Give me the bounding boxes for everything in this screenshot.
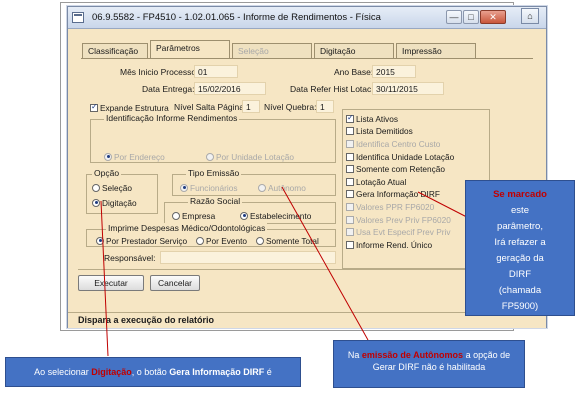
callout-text: Na [347, 350, 362, 360]
callout-highlight: emissão de Autônomos [361, 350, 464, 360]
callout-highlight: Se marcado [493, 189, 547, 200]
callout-highlight: Digitação [91, 367, 132, 377]
callout-text: DIRF [508, 269, 532, 280]
callout-text: Ao selecionar [34, 367, 92, 377]
callout-dirf: Se marcado este parâmetro, Irá refazer a… [465, 180, 575, 316]
callout-digitacao: Ao selecionar Digitação, o botão Gera In… [5, 357, 301, 387]
arrow-digitacao [100, 200, 109, 357]
callout-highlight: Gera Informação DIRF [169, 367, 265, 377]
arrow-autonomo [281, 186, 369, 341]
callout-text: Irá refazer a [494, 237, 546, 248]
callout-text: , o botão [131, 367, 170, 377]
callout-text: geração da [496, 253, 544, 264]
callout-text: é [264, 367, 272, 377]
callout-text: FP5900) [501, 301, 539, 312]
callout-text: parâmetro, [497, 221, 543, 232]
callout-text: (chamada [498, 285, 542, 296]
callout-autonomo: Na emissão de Autônomos a opção de Gerar… [333, 340, 525, 388]
callout-text: este [511, 205, 529, 216]
